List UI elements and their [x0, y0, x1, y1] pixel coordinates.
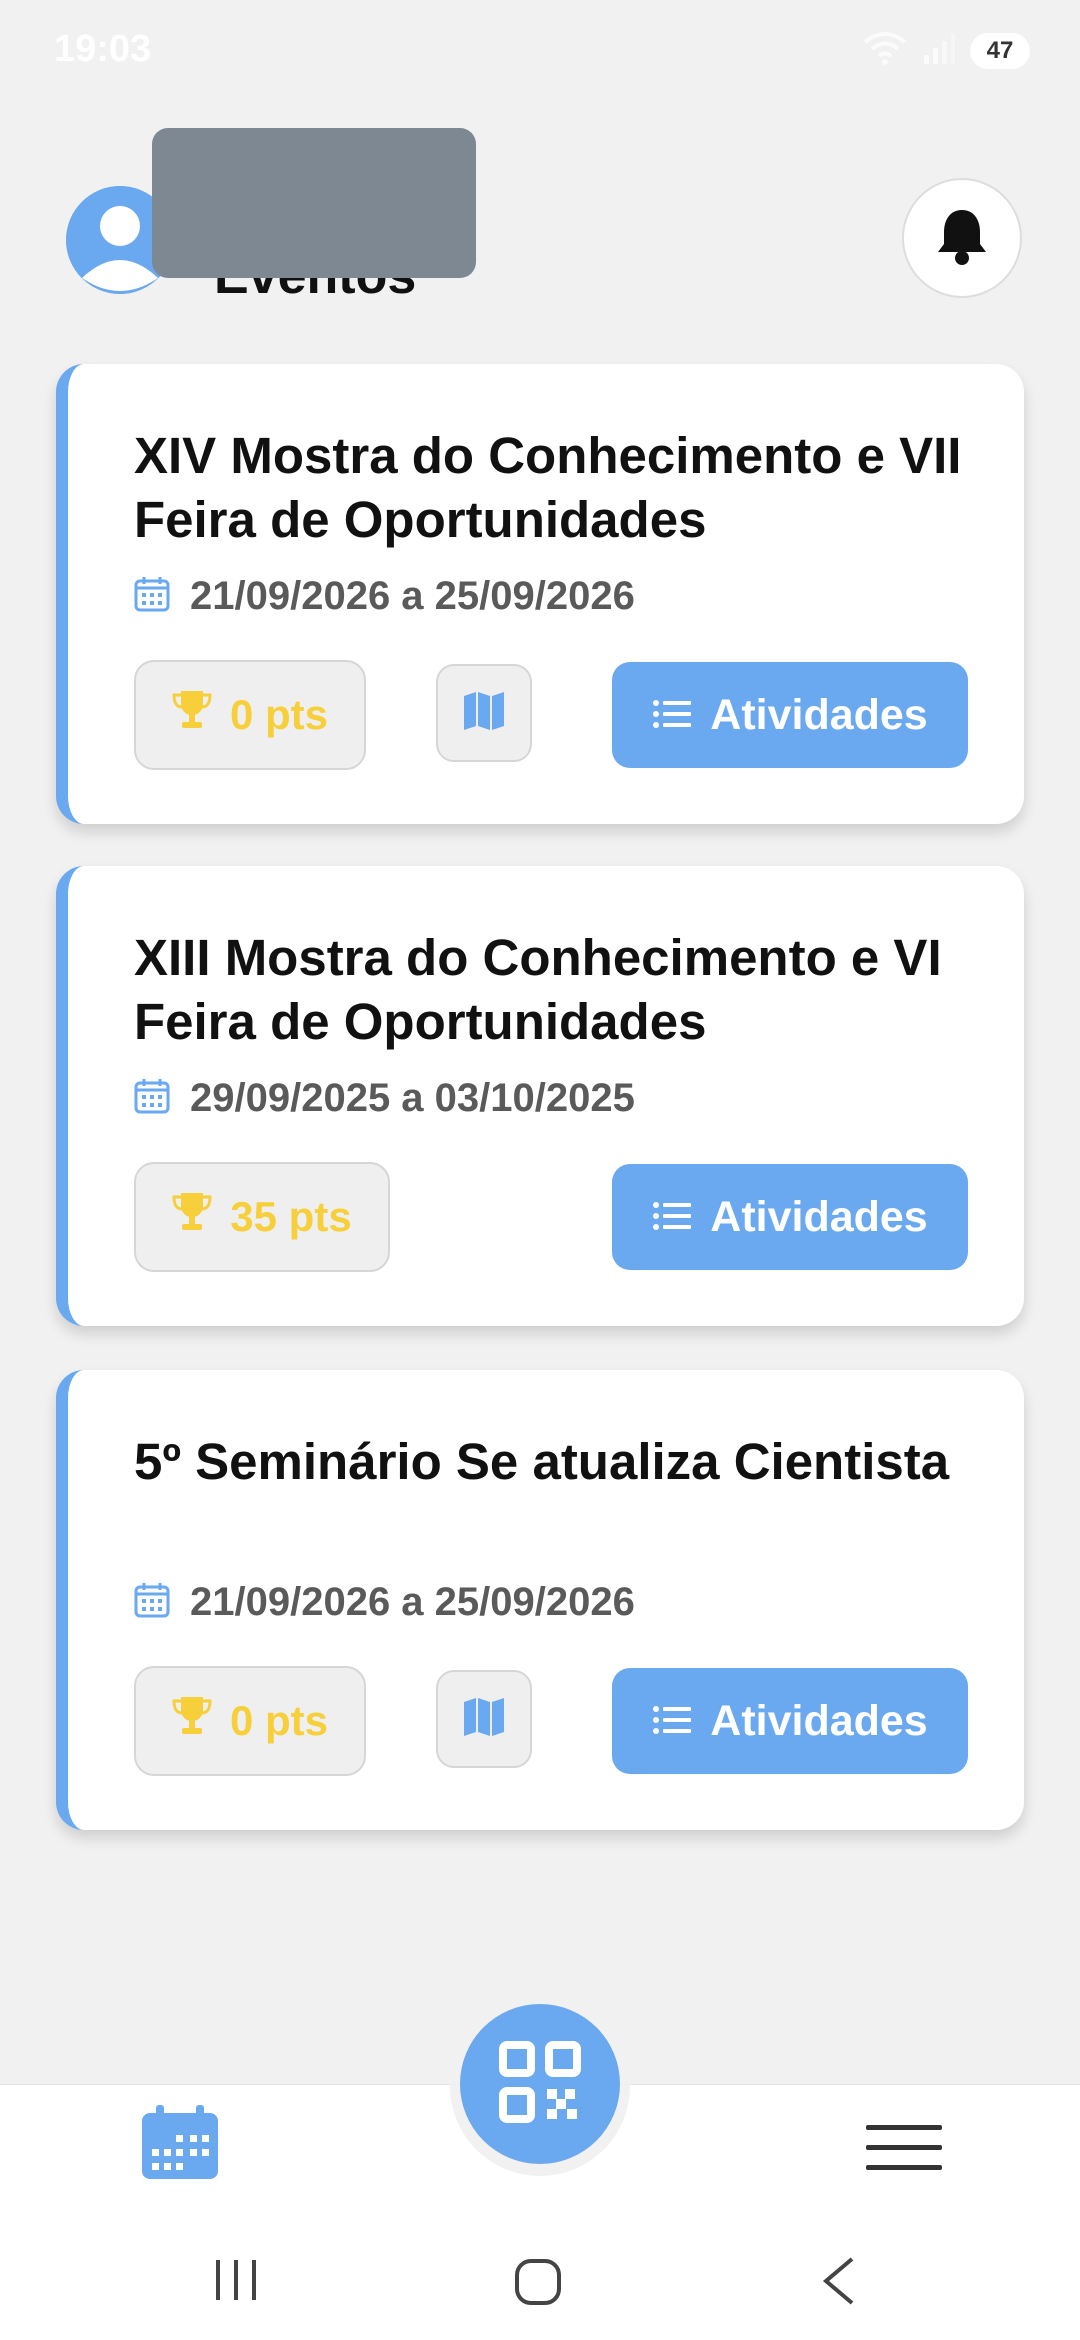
event-date-row: 21/09/2026 a 25/09/2026 — [134, 1580, 635, 1625]
trophy-icon — [172, 1191, 212, 1243]
event-date-row: 21/09/2026 a 25/09/2026 — [134, 574, 635, 619]
nav-menu-tab[interactable] — [866, 2123, 942, 2178]
events-screen: 19:03 47 XIV Mostra do Conhecimento e VI… — [0, 0, 1080, 2340]
event-date: 21/09/2026 a 25/09/2026 — [190, 574, 635, 618]
event-date: 29/09/2025 a 03/10/2025 — [190, 1076, 635, 1120]
event-card[interactable]: XIII Mostra do Conhecimento e VI Feira d… — [56, 866, 1024, 1326]
map-icon — [462, 690, 506, 737]
points-value: 0 pts — [229, 1697, 329, 1744]
header: Eventos — [0, 110, 1080, 330]
calendar-icon — [134, 1582, 170, 1623]
map-button[interactable] — [436, 664, 532, 762]
home-icon[interactable] — [514, 2258, 562, 2311]
points-button[interactable]: 35 pts — [134, 1162, 390, 1272]
calendar-icon — [134, 576, 170, 617]
points-value: 35 pts — [230, 1193, 352, 1240]
activities-label: Atividades — [710, 1696, 928, 1745]
list-icon — [652, 691, 692, 740]
event-card[interactable]: XIV Mostra do Conhecimento e VII Feira d… — [56, 364, 1024, 824]
activities-button[interactable]: Atividades — [612, 1668, 968, 1774]
event-title: XIII Mostra do Conhecimento e VI Feira d… — [134, 929, 942, 1050]
wifi-icon — [862, 30, 908, 71]
map-button[interactable] — [436, 1670, 532, 1768]
points-value: 0 pts — [229, 691, 329, 738]
system-nav-bar — [0, 2214, 1080, 2340]
status-time: 19:03 — [54, 28, 152, 70]
event-date-row: 29/09/2025 a 03/10/2025 — [134, 1076, 635, 1121]
map-icon — [462, 1696, 506, 1743]
activities-label: Atividades — [710, 690, 928, 739]
trophy-icon — [172, 1695, 212, 1747]
calendar-icon — [134, 1078, 170, 1119]
redaction-overlay — [152, 128, 476, 278]
event-card[interactable]: 5º Seminário Se atualiza Cientista 21/09… — [56, 1370, 1024, 1830]
qr-code-icon — [499, 2040, 581, 2128]
notifications-button[interactable] — [902, 178, 1022, 298]
event-title: 5º Seminário Se atualiza Cientista — [134, 1433, 950, 1490]
event-date: 21/09/2026 a 25/09/2026 — [190, 1580, 635, 1624]
menu-icon — [866, 2125, 942, 2177]
qr-scan-button[interactable] — [460, 2004, 620, 2164]
battery-indicator: 47 — [970, 32, 1030, 69]
status-bar: 19:03 47 — [0, 0, 1080, 100]
activities-label: Atividades — [710, 1192, 928, 1241]
list-icon — [652, 1193, 692, 1242]
list-icon — [652, 1697, 692, 1746]
activities-button[interactable]: Atividades — [612, 1164, 968, 1270]
points-button[interactable]: 0 pts — [134, 660, 366, 770]
event-title: XIV Mostra do Conhecimento e VII Feira d… — [134, 427, 962, 548]
calendar-icon — [140, 2105, 220, 2185]
nav-events-tab[interactable] — [140, 2105, 220, 2186]
signal-icon — [922, 31, 956, 70]
status-icons: 47 — [862, 30, 1030, 71]
activities-button[interactable]: Atividades — [612, 662, 968, 768]
back-icon[interactable] — [820, 2256, 856, 2311]
bell-icon — [934, 206, 990, 271]
recent-apps-icon[interactable] — [214, 2258, 258, 2307]
trophy-icon — [172, 689, 212, 741]
points-button[interactable]: 0 pts — [134, 1666, 366, 1776]
